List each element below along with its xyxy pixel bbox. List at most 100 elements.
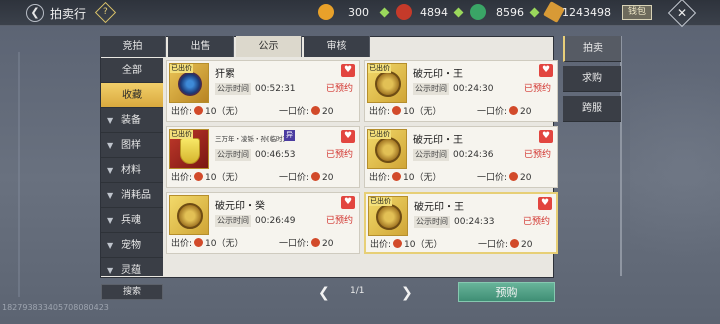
sidebar-item-soul[interactable]: ▼ 兵魂 bbox=[101, 208, 163, 233]
seal-icon bbox=[375, 137, 401, 163]
time-value: 00:46:53 bbox=[255, 150, 296, 160]
tab-review[interactable]: 审核 bbox=[304, 36, 370, 57]
sidebar-item-all[interactable]: 全部 bbox=[101, 58, 163, 83]
time-value: 00:52:31 bbox=[255, 84, 296, 94]
item-icon-frame: 已出价 bbox=[368, 196, 408, 236]
chevron-left-icon[interactable]: ❮ bbox=[318, 285, 330, 301]
sidebar-item-pets[interactable]: ▼ 宠物 bbox=[101, 233, 163, 258]
item-card[interactable]: 已出价 三万年・凌铄・孙[临时] 异 ♥ 公示时间 00:46:53 已预约 出… bbox=[166, 126, 360, 188]
sidebar-item-materials[interactable]: ▼ 材料 bbox=[101, 158, 163, 183]
coin-icon bbox=[311, 172, 321, 181]
heart-icon[interactable]: ♥ bbox=[341, 196, 355, 209]
seal-icon bbox=[376, 204, 402, 230]
coin-icon bbox=[392, 172, 402, 181]
item-card-selected[interactable]: 已出价 破元印・王 ♥ 公示时间 00:24:33 已预约 出价: 10（无） 一… bbox=[364, 192, 558, 254]
item-icon-frame: 已出价 bbox=[169, 129, 209, 169]
bid-price: 出价: 10（无） bbox=[369, 172, 442, 183]
seal-icon bbox=[375, 71, 401, 97]
time-label: 公示时间 bbox=[215, 83, 251, 95]
status-badge: 已预约 bbox=[522, 217, 550, 227]
bid-price: 出价: 10（无） bbox=[369, 106, 442, 117]
item-card[interactable]: 已出价 犴累 ♥ 公示时间 00:52:31 已预约 出价: 10（无） 一口价:… bbox=[166, 60, 360, 122]
wallet-button[interactable]: 钱包 bbox=[622, 5, 652, 20]
page-title: 拍卖行 bbox=[50, 7, 87, 21]
currency-silver-value: 1243498 bbox=[562, 6, 611, 19]
item-name: 破元印・王 bbox=[413, 135, 463, 146]
tab-wanted[interactable]: 求购 bbox=[563, 66, 621, 92]
chevron-down-icon: ▼ bbox=[107, 191, 114, 200]
item-name: 三万年・凌铄・孙[临时] bbox=[215, 135, 286, 143]
coin-icon bbox=[509, 106, 519, 115]
item-name: 破元印・癸 bbox=[215, 201, 265, 212]
item-icon-frame bbox=[169, 195, 209, 235]
status-badge: 已预约 bbox=[325, 84, 353, 94]
chevron-down-icon: ▼ bbox=[107, 266, 114, 275]
time-label: 公示时间 bbox=[413, 83, 449, 95]
plus-icon[interactable] bbox=[453, 7, 464, 18]
tab-auction[interactable]: 竞拍 bbox=[100, 36, 166, 57]
buyout-price: 一口价: 20 bbox=[478, 239, 533, 250]
heart-icon[interactable]: ♥ bbox=[539, 130, 553, 143]
buyout-price: 一口价: 20 bbox=[279, 238, 334, 249]
currency-gold-value: 300 bbox=[348, 6, 369, 19]
item-card[interactable]: 破元印・癸 ♥ 公示时间 00:26:49 已预约 出价: 10（无） 一口价: 2… bbox=[166, 192, 360, 254]
background-decoration-right bbox=[630, 40, 720, 290]
time-value: 00:24:33 bbox=[454, 217, 495, 227]
coin-icon bbox=[311, 238, 321, 247]
item-card[interactable]: 已出价 破元印・王 ♥ 公示时间 00:24:36 已预约 出价: 10（无） 一… bbox=[364, 126, 558, 188]
search-button[interactable]: 搜索 bbox=[101, 284, 163, 300]
item-name: 犴累 bbox=[215, 69, 235, 80]
heart-icon[interactable]: ♥ bbox=[539, 64, 553, 77]
seal-icon bbox=[177, 203, 203, 229]
reserve-button[interactable]: 预购 bbox=[458, 282, 555, 302]
bid-tag: 已出价 bbox=[368, 130, 391, 139]
tab-auction-house[interactable]: 拍卖 bbox=[563, 36, 621, 62]
item-card[interactable]: 已出价 破元印・王 ♥ 公示时间 00:24:30 已预约 出价: 10（无） 一… bbox=[364, 60, 558, 122]
coin-icon bbox=[393, 239, 403, 248]
item-name: 破元印・王 bbox=[414, 202, 464, 213]
plus-icon[interactable] bbox=[379, 7, 390, 18]
tab-public[interactable]: 公示 bbox=[236, 36, 302, 57]
sidebar-item-favorites[interactable]: 收藏 bbox=[101, 83, 163, 108]
sidebar-item-spirit[interactable]: ▼ 灵蕴 bbox=[101, 258, 163, 276]
variant-badge: 异 bbox=[284, 130, 295, 141]
buyout-price: 一口价: 20 bbox=[477, 106, 532, 117]
status-badge: 已预约 bbox=[523, 150, 551, 160]
item-name: 破元印・王 bbox=[413, 69, 463, 80]
sidebar-item-consumables[interactable]: ▼ 消耗品 bbox=[101, 183, 163, 208]
category-sidebar: 全部 收藏 ▼ 装备 ▼ 图样 ▼ 材料 ▼ 消耗品 ▼ 兵魂 ▼ 宠物 ▼ 灵蕴 bbox=[101, 58, 163, 276]
sidebar-item-equipment[interactable]: ▼ 装备 bbox=[101, 108, 163, 133]
close-icon[interactable]: ✕ bbox=[667, 0, 697, 28]
chevron-down-icon: ▼ bbox=[107, 141, 114, 150]
red-coin-icon bbox=[396, 4, 412, 20]
tab-cross-server[interactable]: 跨服 bbox=[563, 96, 621, 122]
item-icon-frame: 已出价 bbox=[367, 129, 407, 169]
item-icon-frame: 已出价 bbox=[169, 63, 209, 103]
item-icon-frame: 已出价 bbox=[367, 63, 407, 103]
status-badge: 已预约 bbox=[523, 84, 551, 94]
heart-icon[interactable]: ♥ bbox=[341, 64, 355, 77]
plus-icon[interactable] bbox=[529, 7, 540, 18]
coin-icon bbox=[194, 172, 204, 181]
arrow-left-icon[interactable]: ❮ bbox=[26, 4, 44, 22]
heart-icon[interactable]: ♥ bbox=[538, 197, 552, 210]
buyout-price: 一口价: 20 bbox=[477, 172, 532, 183]
bid-tag: 已出价 bbox=[170, 130, 193, 139]
coin-icon bbox=[311, 106, 321, 115]
chevron-down-icon: ▼ bbox=[107, 166, 114, 175]
bid-price: 出价: 10（无） bbox=[171, 106, 244, 117]
tab-bar: 竞拍 出售 公示 审核 bbox=[100, 36, 554, 57]
bid-price: 出价: 10（无） bbox=[171, 238, 244, 249]
help-icon[interactable]: ? bbox=[94, 1, 117, 24]
sidebar-item-patterns[interactable]: ▼ 图样 bbox=[101, 133, 163, 158]
buyout-price: 一口价: 20 bbox=[279, 106, 334, 117]
coin-icon bbox=[509, 172, 519, 181]
tab-sell[interactable]: 出售 bbox=[168, 36, 234, 57]
jade-icon bbox=[470, 4, 486, 20]
top-bar: ❮ 拍卖行 ? 300 4894 8596 1243498 钱包 ✕ bbox=[0, 0, 720, 28]
user-id: 1827938334057080804​23 bbox=[2, 303, 109, 312]
heart-icon[interactable]: ♥ bbox=[341, 130, 355, 143]
currency-red-value: 4894 bbox=[420, 6, 448, 19]
shield-icon bbox=[180, 138, 200, 164]
chevron-right-icon[interactable]: ❯ bbox=[401, 285, 413, 301]
